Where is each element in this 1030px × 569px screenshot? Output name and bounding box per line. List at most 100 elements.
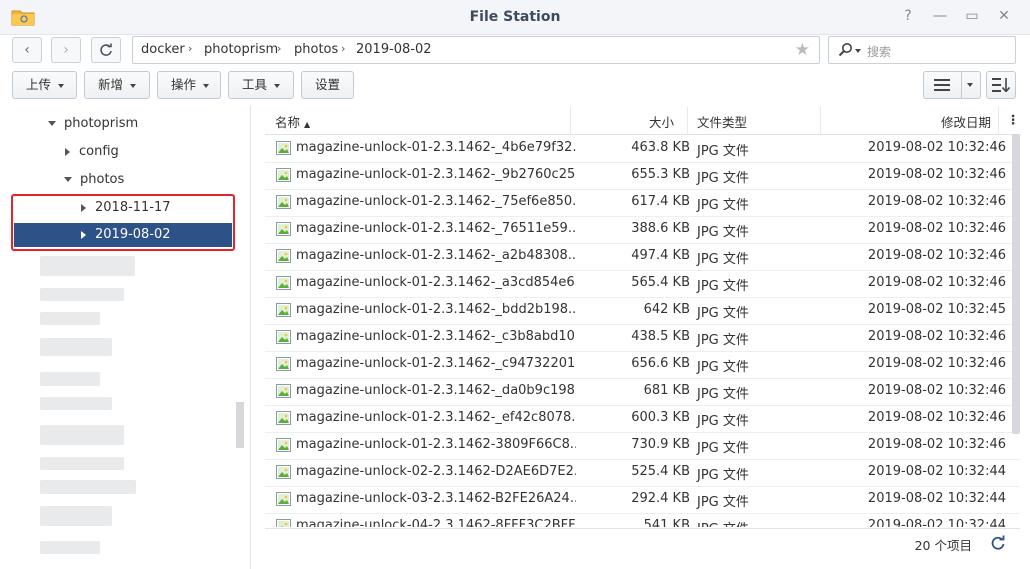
table-row[interactable]: magazine-unlock-01-2.3.1462-_a3cd854e6..…: [265, 270, 1020, 298]
item-count: 20 个项目: [914, 538, 972, 553]
file-type: JPG 文件: [697, 495, 749, 510]
file-name: magazine-unlock-01-2.3.1462-_a3cd854e6..…: [296, 275, 576, 290]
column-modified-header[interactable]: 修改日期: [941, 112, 991, 131]
breadcrumb-photoprism[interactable]: photoprism: [204, 42, 278, 57]
table-row[interactable]: magazine-unlock-01-2.3.1462-3809F66C8...…: [265, 432, 1020, 460]
file-modified-date: 2019-08-02 10:32:46: [867, 221, 1006, 236]
tree-label: photos: [80, 172, 125, 187]
breadcrumb-docker[interactable]: docker: [141, 42, 185, 57]
column-options-icon[interactable]: ⋮: [1007, 112, 1020, 127]
minimize-icon[interactable]: —: [932, 8, 948, 24]
table-row[interactable]: magazine-unlock-01-2.3.1462-_a2b48308...…: [265, 243, 1020, 271]
table-row[interactable]: magazine-unlock-01-2.3.1462-_76511e59...…: [265, 216, 1020, 244]
file-modified-date: 2019-08-02 10:32:46: [867, 248, 1006, 263]
expand-triangle-icon[interactable]: [48, 121, 56, 126]
file-list-scrollbar[interactable]: [1012, 134, 1020, 434]
table-row[interactable]: magazine-unlock-01-2.3.1462-_c3b8abd10..…: [265, 324, 1020, 352]
file-modified-date: 2019-08-02 10:32:46: [867, 356, 1006, 371]
breadcrumb-photos[interactable]: photos: [294, 42, 338, 57]
tree-item-photoprism[interactable]: photoprism: [48, 112, 138, 136]
file-modified-date: 2019-08-02 10:32:44: [867, 464, 1006, 479]
table-row[interactable]: magazine-unlock-01-2.3.1462-_da0b9c198..…: [265, 378, 1020, 406]
tools-button[interactable]: 工具: [228, 71, 294, 99]
file-size: 525.4 KB: [631, 464, 690, 479]
favorite-star-icon[interactable]: ★: [795, 40, 810, 60]
table-row[interactable]: magazine-unlock-01-2.3.1462-_75ef6e850..…: [265, 189, 1020, 217]
new-button[interactable]: 新增: [84, 71, 150, 99]
file-size: 642 KB: [643, 302, 690, 317]
file-size: 438.5 KB: [631, 329, 690, 344]
column-divider[interactable]: [998, 107, 999, 134]
file-name: magazine-unlock-01-2.3.1462-_75ef6e850..…: [296, 194, 576, 209]
folder-tree: photoprism config photos 2018-11-17 2019…: [0, 106, 251, 569]
new-label: 新增: [98, 77, 124, 92]
tree-item-photos[interactable]: photos: [64, 168, 124, 192]
search-input[interactable]: 搜索: [828, 36, 1016, 64]
column-type-header[interactable]: 文件类型: [697, 112, 747, 131]
tree-item-config[interactable]: config: [65, 140, 119, 164]
path-bar[interactable]: docker › photoprism › photos › 2019-08-0…: [132, 36, 820, 64]
table-row[interactable]: magazine-unlock-01-2.3.1462-_c94732201..…: [265, 351, 1020, 379]
window-title: File Station: [469, 9, 561, 25]
file-modified-date: 2019-08-02 10:32:46: [867, 275, 1006, 290]
column-divider[interactable]: [687, 107, 688, 134]
collapse-triangle-icon[interactable]: [65, 147, 70, 156]
table-row[interactable]: magazine-unlock-01-2.3.1462-_4b6e79f32..…: [265, 135, 1020, 163]
refresh-icon[interactable]: [990, 535, 1006, 551]
settings-button[interactable]: 设置: [301, 71, 354, 99]
sort-button[interactable]: [986, 71, 1016, 99]
blurred-tree-item: [40, 256, 135, 276]
column-divider[interactable]: [570, 107, 571, 134]
blurred-tree-item: [40, 288, 124, 301]
help-icon[interactable]: ?: [900, 8, 916, 24]
chevron-down-icon: [967, 83, 973, 87]
file-name: magazine-unlock-01-2.3.1462-3809F66C8...: [296, 437, 576, 452]
breadcrumb-separator: ›: [188, 42, 193, 55]
file-modified-date: 2019-08-02 10:32:46: [867, 437, 1006, 452]
close-icon[interactable]: ✕: [996, 8, 1012, 24]
maximize-icon[interactable]: ▭: [964, 8, 980, 24]
image-file-icon: [276, 141, 291, 155]
upload-label: 上传: [26, 77, 52, 92]
search-dropdown-caret[interactable]: [855, 49, 861, 53]
image-file-icon: [276, 465, 291, 479]
file-modified-date: 2019-08-02 10:32:46: [867, 383, 1006, 398]
file-type: JPG 文件: [697, 441, 749, 456]
table-row[interactable]: magazine-unlock-02-2.3.1462-D2AE6D7E2...…: [265, 459, 1020, 487]
table-row[interactable]: magazine-unlock-04-2.3.1462-8FFF3C2BFF..…: [265, 513, 1020, 527]
file-name: magazine-unlock-01-2.3.1462-_bdd2b198...: [296, 302, 576, 317]
file-modified-date: 2019-08-02 10:32:46: [867, 167, 1006, 182]
file-name: magazine-unlock-01-2.3.1462-_da0b9c198..…: [296, 383, 576, 398]
refresh-button[interactable]: [91, 37, 121, 63]
upload-button[interactable]: 上传: [12, 71, 77, 99]
table-row[interactable]: magazine-unlock-01-2.3.1462-_bdd2b198...…: [265, 297, 1020, 325]
column-label: 名称: [275, 115, 301, 130]
chevron-down-icon: [130, 83, 137, 88]
table-row[interactable]: magazine-unlock-01-2.3.1462-_9b2760c25..…: [265, 162, 1020, 190]
file-size: 292.4 KB: [631, 491, 690, 506]
blurred-tree-item: [40, 480, 136, 494]
image-file-icon: [276, 222, 291, 236]
file-name: magazine-unlock-01-2.3.1462-_9b2760c25..…: [296, 167, 576, 182]
refresh-icon: [100, 43, 112, 56]
chevron-right-icon: ›: [63, 42, 69, 58]
column-divider[interactable]: [820, 107, 821, 134]
expand-triangle-icon[interactable]: [64, 177, 72, 182]
breadcrumb-2019-08-02[interactable]: 2019-08-02: [356, 42, 432, 57]
image-file-icon: [276, 195, 291, 209]
view-mode-button[interactable]: [923, 71, 981, 99]
table-row[interactable]: magazine-unlock-03-2.3.1462-B2FE26A24...…: [265, 486, 1020, 514]
file-type: JPG 文件: [697, 306, 749, 321]
tree-scrollbar[interactable]: [236, 402, 244, 448]
image-file-icon: [276, 519, 291, 527]
sort-icon: [992, 78, 1010, 92]
action-button[interactable]: 操作: [157, 71, 221, 99]
tree-label: photoprism: [64, 116, 139, 131]
table-row[interactable]: magazine-unlock-01-2.3.1462-_ef42c8078..…: [265, 405, 1020, 433]
blurred-tree-item: [40, 425, 124, 445]
column-size-header[interactable]: 大小: [649, 112, 674, 131]
blurred-tree-item: [40, 312, 100, 325]
column-name-header[interactable]: 名称 ▲: [275, 112, 310, 131]
forward-button[interactable]: ›: [51, 37, 81, 63]
back-button[interactable]: ‹: [12, 37, 42, 63]
